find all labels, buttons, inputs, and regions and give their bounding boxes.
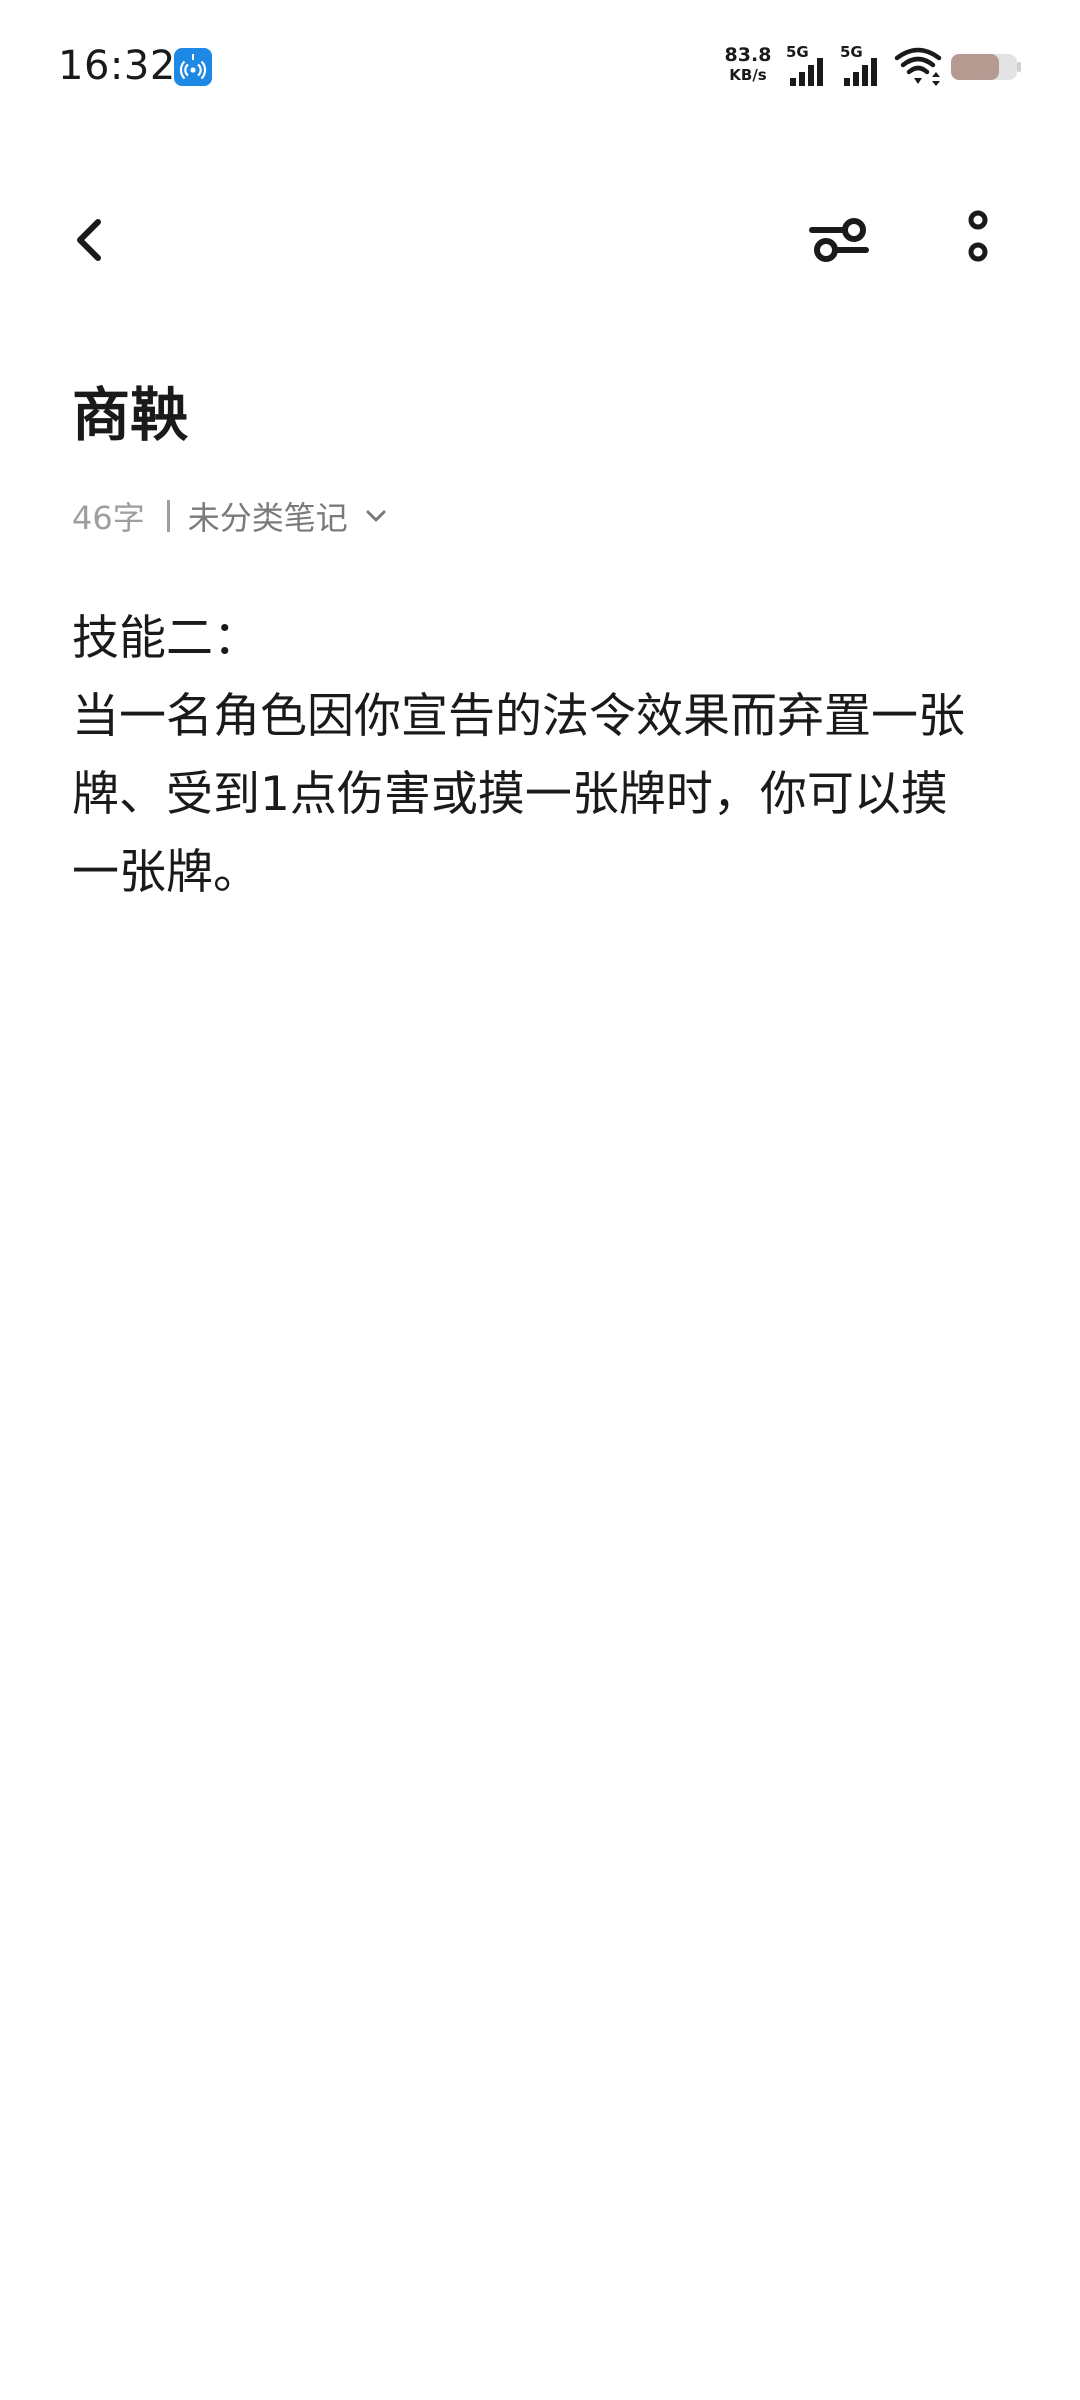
network-speed-unit: KB/s <box>729 66 767 84</box>
top-app-bar <box>0 180 1080 300</box>
chevron-left-icon <box>77 219 101 261</box>
hotspot-icon <box>174 48 212 86</box>
note-line: 一张牌。 <box>72 845 260 900</box>
note-title[interactable]: 商鞅 <box>72 375 188 455</box>
chevron-down-icon[interactable] <box>362 502 390 530</box>
note-line: 牌、受到1点伤害或摸一张牌时，你可以摸 <box>72 767 948 822</box>
note-body[interactable]: 技能二： 当一名角色因你宣告的法令效果而弃置一张 牌、受到1点伤害或摸一张牌时，… <box>72 600 1012 912</box>
note-line: 当一名角色因你宣告的法令效果而弃置一张 <box>72 689 965 744</box>
filter-button[interactable] <box>800 200 880 280</box>
back-button[interactable] <box>50 200 130 280</box>
more-options-button[interactable] <box>938 200 1018 280</box>
sliders-icon <box>809 218 869 262</box>
wifi-icon <box>894 44 942 90</box>
note-line: 技能二： <box>72 611 260 666</box>
network-speed-value: 83.8 <box>724 44 772 66</box>
battery-icon <box>950 44 1022 90</box>
signal-icon: 5G <box>840 44 886 90</box>
note-meta: 46字 未分类笔记 <box>72 490 390 542</box>
meta-divider <box>166 500 170 532</box>
status-bar: 16:32 83.8 KB/s 5G 5G <box>0 0 1080 130</box>
network-speed: 83.8 KB/s <box>720 44 776 90</box>
status-time: 16:32 <box>58 43 176 89</box>
category-selector[interactable]: 未分类笔记 <box>188 493 348 539</box>
word-count: 46字 <box>72 499 145 537</box>
more-vertical-icon <box>968 210 988 262</box>
signal-icon: 5G <box>786 44 832 90</box>
